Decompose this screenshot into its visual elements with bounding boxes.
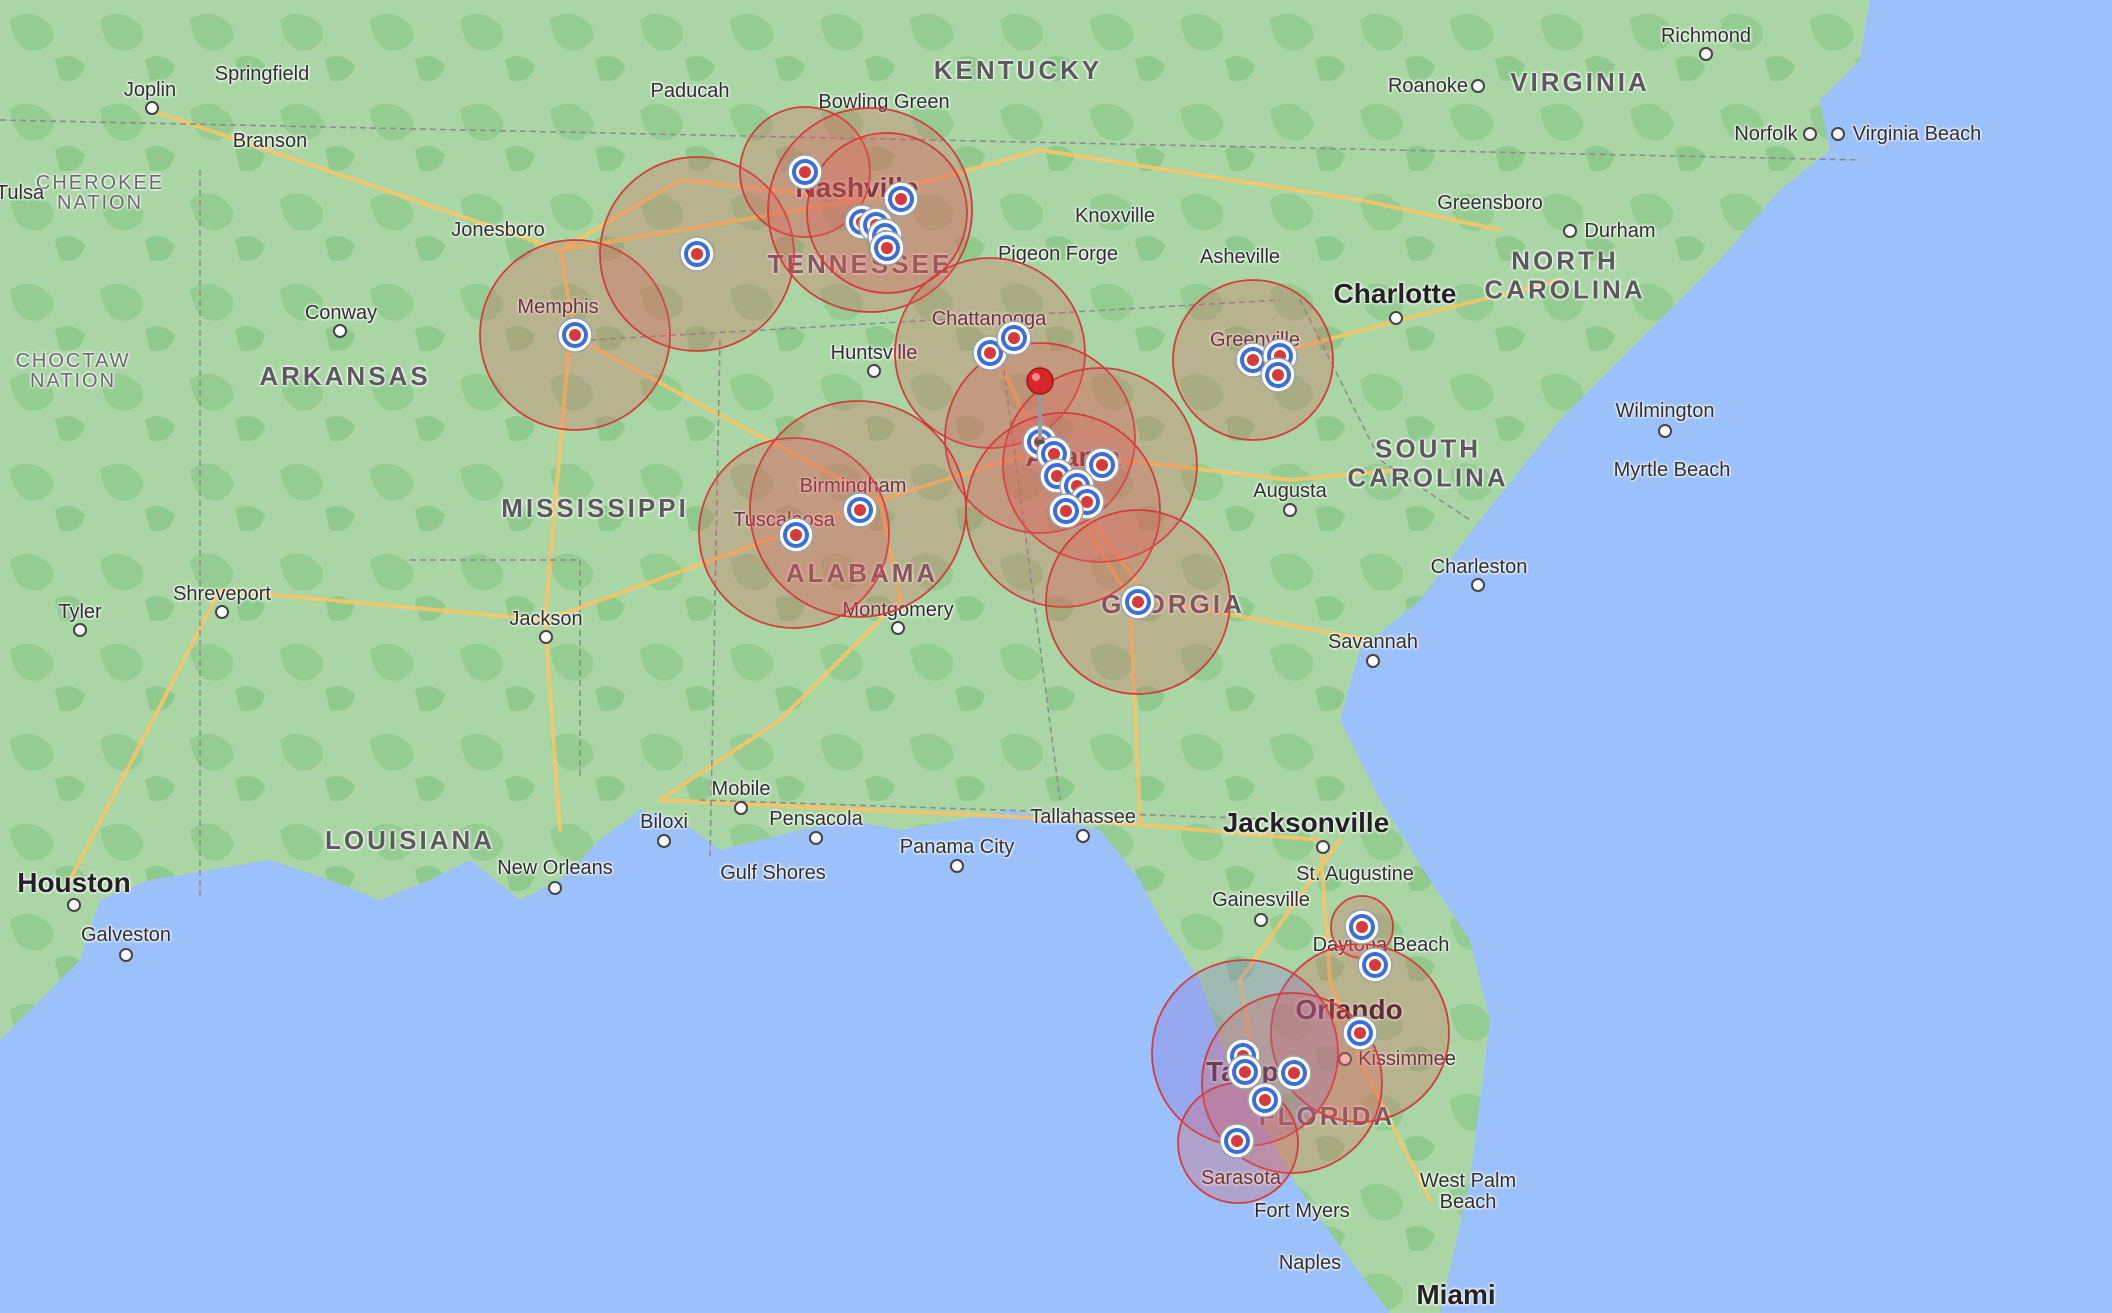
target-marker-icon[interactable]	[679, 236, 715, 272]
target-marker-icon[interactable]	[787, 154, 823, 190]
target-marker-icon[interactable]	[1276, 1055, 1312, 1091]
target-marker-icon[interactable]	[1357, 947, 1393, 983]
map-canvas[interactable]: KENTUCKY VIRGINIA TENNESSEE NORTH CAROLI…	[0, 0, 2112, 1313]
target-marker-icon[interactable]	[778, 517, 814, 553]
target-marker-icon[interactable]	[1344, 909, 1380, 945]
target-marker-icon[interactable]	[842, 492, 878, 528]
target-marker-icon[interactable]	[1219, 1123, 1255, 1159]
target-marker-icon[interactable]	[996, 320, 1032, 356]
target-marker-icon[interactable]	[1120, 584, 1156, 620]
target-marker-icon[interactable]	[557, 317, 593, 353]
target-marker-icon[interactable]	[1227, 1054, 1263, 1090]
radius-circles	[479, 106, 1450, 1204]
target-marker-icon[interactable]	[1048, 493, 1084, 529]
overlay-layer	[479, 106, 1450, 1204]
target-marker-icon[interactable]	[1247, 1082, 1283, 1118]
target-marker-icon[interactable]	[1260, 357, 1296, 393]
target-marker-icon[interactable]	[883, 181, 919, 217]
target-marker-icon[interactable]	[1342, 1015, 1378, 1051]
target-marker-icon[interactable]	[869, 230, 905, 266]
